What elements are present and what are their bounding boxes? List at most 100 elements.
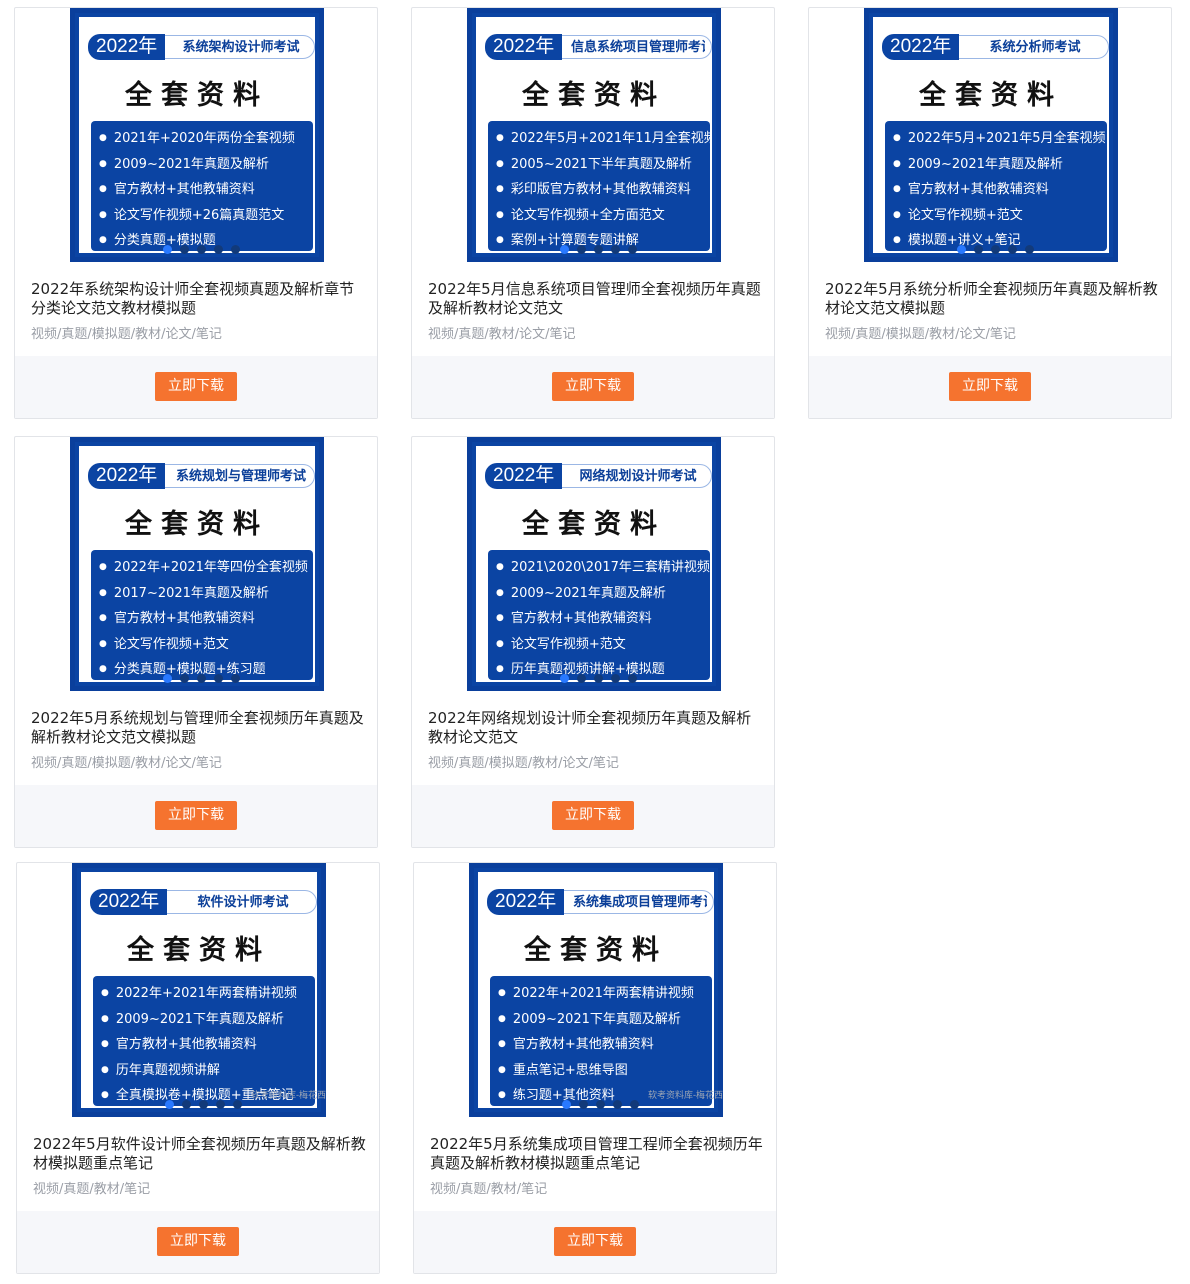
cover-feature: 官方教材+其他教辅资料	[99, 607, 313, 633]
cover-feature: 2021年+2020年两份全套视频	[99, 127, 313, 153]
product-card[interactable]: 2022年 信息系统项目管理师考试 全套资料 2022年5月+2021年11月全…	[411, 7, 775, 419]
download-button[interactable]: 立即下载	[552, 801, 634, 830]
cover-header: 2022年 系统集成项目管理师考试	[487, 889, 714, 915]
cover-exam-name: 网络规划设计师考试	[579, 469, 697, 484]
carousel-dot[interactable]	[214, 245, 223, 254]
cover-feature: 2022年+2021年两套精讲视频	[498, 982, 712, 1008]
download-button[interactable]: 立即下载	[554, 1227, 636, 1256]
carousel-dots	[165, 1100, 242, 1109]
product-card[interactable]: 2022年 网络规划设计师考试 全套资料 2021\2020\2017年三套精讲…	[411, 436, 775, 848]
carousel-dot[interactable]	[231, 674, 240, 683]
cover-image[interactable]: 2022年 网络规划设计师考试 全套资料 2021\2020\2017年三套精讲…	[467, 437, 721, 691]
carousel-dot[interactable]	[577, 245, 586, 254]
cover-year: 2022年	[88, 34, 166, 60]
carousel-dot[interactable]	[1008, 245, 1017, 254]
carousel-dot[interactable]	[630, 1100, 639, 1109]
product-title[interactable]: 2022年5月系统集成项目管理工程师全套视频历年真题及解析教材模拟题重点笔记	[430, 1135, 764, 1173]
product-title[interactable]: 2022年5月信息系统项目管理师全套视频历年真题及解析教材论文范文	[428, 280, 762, 318]
cover-year: 2022年	[485, 463, 563, 489]
product-tags: 视频/真题/模拟题/教材/论文/笔记	[825, 327, 1016, 342]
carousel-dot[interactable]	[180, 674, 189, 683]
carousel-dot[interactable]	[233, 1100, 242, 1109]
carousel-dot[interactable]	[180, 245, 189, 254]
cover-image[interactable]: 2022年 系统分析师考试 全套资料 2022年5月+2021年5月全套视频 2…	[864, 8, 1118, 262]
cover-year: 2022年	[88, 463, 166, 489]
carousel-dot[interactable]	[594, 674, 603, 683]
product-card[interactable]: 2022年 系统集成项目管理师考试 全套资料 2022年+2021年两套精讲视频…	[413, 862, 777, 1274]
cover-header: 2022年 系统分析师考试	[882, 34, 1109, 60]
carousel-dot[interactable]	[216, 1100, 225, 1109]
card-footer: 立即下载	[17, 1211, 379, 1273]
carousel-dot[interactable]	[611, 245, 620, 254]
product-card[interactable]: 2022年 系统分析师考试 全套资料 2022年5月+2021年5月全套视频 2…	[808, 7, 1172, 419]
cover-image[interactable]: 2022年 系统集成项目管理师考试 全套资料 2022年+2021年两套精讲视频…	[469, 863, 723, 1117]
carousel-dot[interactable]	[214, 674, 223, 683]
carousel-dot[interactable]	[628, 245, 637, 254]
carousel-dot[interactable]	[1025, 245, 1034, 254]
product-card[interactable]: 2022年 系统规划与管理师考试 全套资料 2022年+2021年等四份全套视频…	[14, 436, 378, 848]
cover-image[interactable]: 2022年 软件设计师考试 全套资料 2022年+2021年两套精讲视频 200…	[72, 863, 326, 1117]
carousel-dot[interactable]	[974, 245, 983, 254]
carousel-dot-active[interactable]	[163, 674, 172, 683]
carousel-dot[interactable]	[628, 674, 637, 683]
cover-headline: 全套资料	[524, 935, 668, 966]
cover-headline: 全套资料	[127, 935, 271, 966]
cover-exam-name: 系统分析师考试	[989, 40, 1081, 55]
carousel-dot[interactable]	[199, 1100, 208, 1109]
carousel-dot[interactable]	[579, 1100, 588, 1109]
carousel-dot-active[interactable]	[957, 245, 966, 254]
carousel-dot[interactable]	[596, 1100, 605, 1109]
product-title[interactable]: 2022年系统架构设计师全套视频真题及解析章节分类论文范文教材模拟题	[31, 280, 365, 318]
cover-headline: 全套资料	[522, 80, 666, 111]
carousel-dot-active[interactable]	[163, 245, 172, 254]
carousel-dot[interactable]	[197, 674, 206, 683]
cover-feature-list: 2022年5月+2021年11月全套视频 2005~2021下半年真题及解析 彩…	[488, 121, 710, 251]
product-card[interactable]: 2022年 系统架构设计师考试 全套资料 2021年+2020年两份全套视频 2…	[14, 7, 378, 419]
product-title[interactable]: 2022年网络规划设计师全套视频历年真题及解析教材论文范文	[428, 709, 762, 747]
product-title[interactable]: 2022年5月系统分析师全套视频历年真题及解析教材论文范文模拟题	[825, 280, 1159, 318]
card-footer: 立即下载	[412, 785, 774, 847]
cover-feature: 2009~2021年真题及解析	[496, 582, 710, 608]
carousel-dots	[163, 674, 240, 683]
product-tags: 视频/真题/模拟题/教材/论文/笔记	[31, 327, 222, 342]
carousel-dot-active[interactable]	[560, 674, 569, 683]
carousel-dots	[560, 674, 637, 683]
product-card[interactable]: 2022年 软件设计师考试 全套资料 2022年+2021年两套精讲视频 200…	[16, 862, 380, 1274]
cover-image[interactable]: 2022年 系统规划与管理师考试 全套资料 2022年+2021年等四份全套视频…	[70, 437, 324, 691]
product-tags: 视频/真题/模拟题/教材/论文/笔记	[428, 756, 619, 771]
carousel-dot[interactable]	[991, 245, 1000, 254]
cover-image[interactable]: 2022年 信息系统项目管理师考试 全套资料 2022年5月+2021年11月全…	[467, 8, 721, 262]
carousel-dot[interactable]	[197, 245, 206, 254]
cover-headline: 全套资料	[919, 80, 1063, 111]
carousel-dot[interactable]	[594, 245, 603, 254]
download-button[interactable]: 立即下载	[552, 372, 634, 401]
cover-feature-list: 2021年+2020年两份全套视频 2009~2021年真题及解析 官方教材+其…	[91, 121, 313, 251]
product-title[interactable]: 2022年5月软件设计师全套视频历年真题及解析教材模拟题重点笔记	[33, 1135, 367, 1173]
carousel-dot[interactable]	[611, 674, 620, 683]
cover-image[interactable]: 2022年 系统架构设计师考试 全套资料 2021年+2020年两份全套视频 2…	[70, 8, 324, 262]
download-button[interactable]: 立即下载	[155, 372, 237, 401]
cover-year: 2022年	[485, 34, 563, 60]
cover-feature: 2009~2021下年真题及解析	[101, 1008, 315, 1034]
cover-feature-list: 2022年5月+2021年5月全套视频 2009~2021年真题及解析 官方教材…	[885, 121, 1107, 251]
product-tags: 视频/真题/教材/论文/笔记	[428, 327, 576, 342]
cover-header: 2022年 网络规划设计师考试	[485, 463, 712, 489]
product-title[interactable]: 2022年5月系统规划与管理师全套视频历年真题及解析教材论文范文模拟题	[31, 709, 365, 747]
cover-feature: 官方教材+其他教辅资料	[498, 1033, 712, 1059]
cover-headline: 全套资料	[125, 80, 269, 111]
download-button[interactable]: 立即下载	[157, 1227, 239, 1256]
cover-feature: 2009~2021年真题及解析	[99, 153, 313, 179]
download-button[interactable]: 立即下载	[949, 372, 1031, 401]
carousel-dot[interactable]	[577, 674, 586, 683]
cover-feature: 论文写作视频+范文	[496, 633, 710, 659]
carousel-dot[interactable]	[613, 1100, 622, 1109]
cover-feature: 官方教材+其他教辅资料	[101, 1033, 315, 1059]
carousel-dot[interactable]	[231, 245, 240, 254]
cover-headline: 全套资料	[522, 509, 666, 540]
carousel-dot-active[interactable]	[560, 245, 569, 254]
carousel-dot[interactable]	[182, 1100, 191, 1109]
carousel-dot-active[interactable]	[165, 1100, 174, 1109]
carousel-dot-active[interactable]	[562, 1100, 571, 1109]
download-button[interactable]: 立即下载	[155, 801, 237, 830]
cover-feature: 2022年5月+2021年5月全套视频	[893, 127, 1107, 153]
